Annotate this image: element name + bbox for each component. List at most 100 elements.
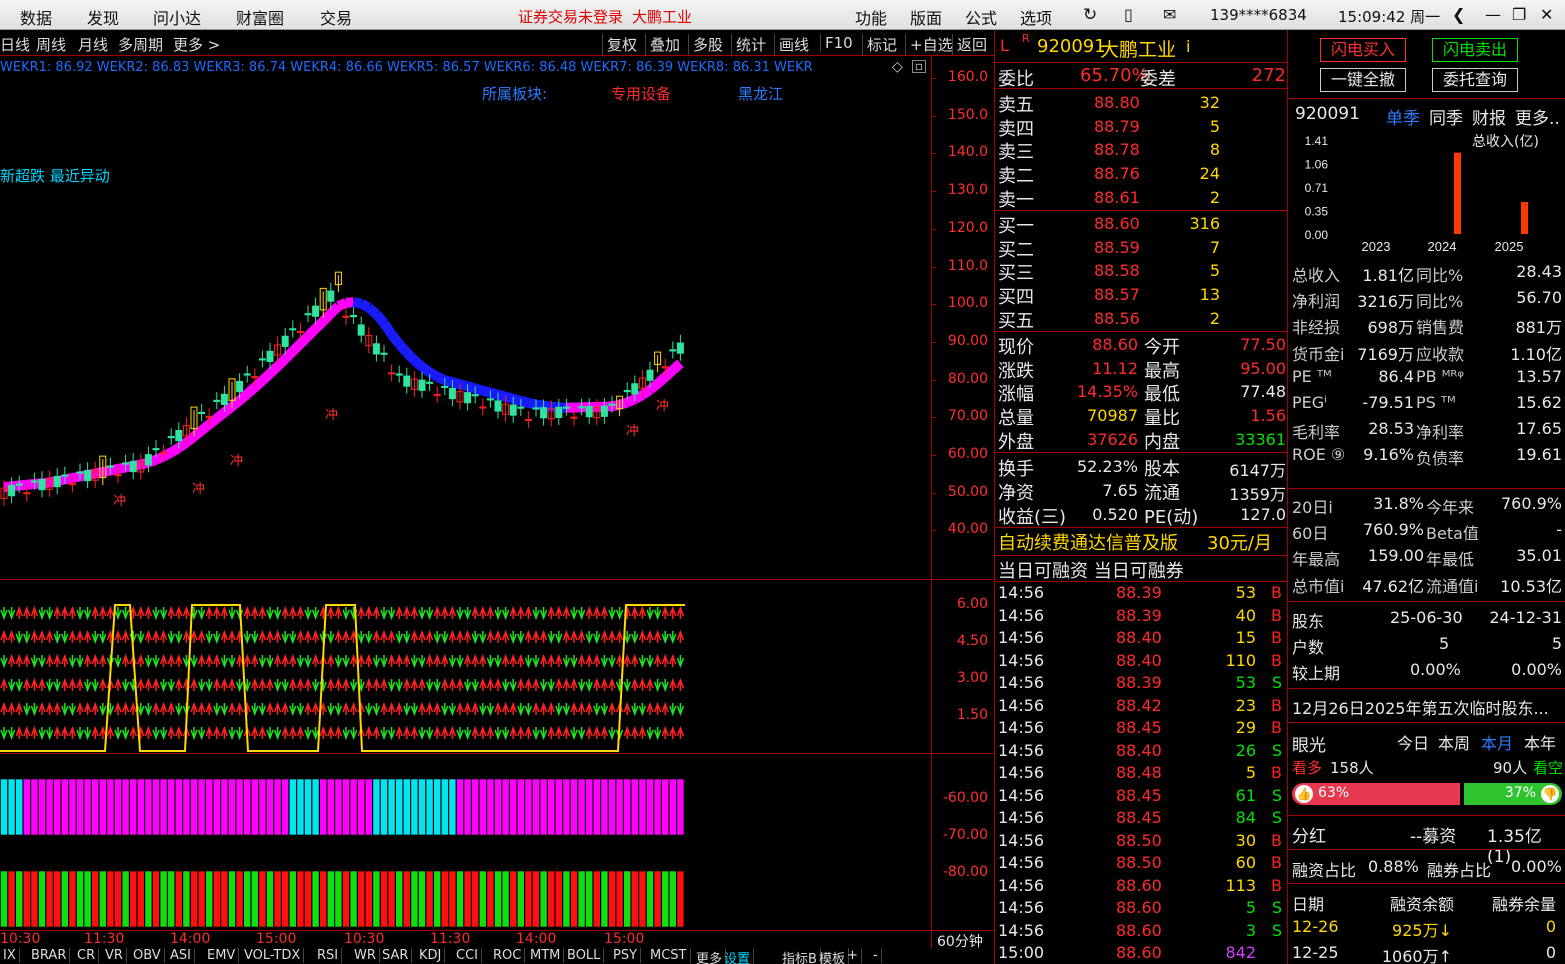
- tick-row[interactable]: 14:56 88.40 15 B: [998, 628, 1286, 650]
- candle-chart[interactable]: [0, 56, 930, 930]
- cancel-all-button[interactable]: 一键全撤: [1320, 68, 1406, 92]
- menu-ask[interactable]: 问小达: [153, 5, 201, 29]
- period-label[interactable]: 60分钟: [937, 931, 983, 951]
- period-week[interactable]: 本周: [1438, 730, 1470, 754]
- indicator-tab-1[interactable]: BRAR: [28, 948, 71, 963]
- indicator-tab-6[interactable]: EMV: [204, 948, 240, 963]
- tab-report[interactable]: 财报: [1472, 104, 1506, 129]
- tool-overlay[interactable]: 叠加: [645, 34, 680, 55]
- flash-buy-button[interactable]: 闪电买入: [1320, 38, 1406, 62]
- tab-same-quarter[interactable]: 同季: [1429, 104, 1463, 129]
- period-week[interactable]: 周线: [36, 34, 66, 55]
- tick-row[interactable]: 14:56 88.42 23 B: [998, 696, 1286, 718]
- indicator-tab-4[interactable]: OBV: [130, 948, 165, 963]
- revenue-chart[interactable]: 1.41 1.06 0.71 0.35 0.00 2023 2024 2025: [1290, 128, 1562, 258]
- indicator-tab-13[interactable]: ROC: [490, 948, 526, 963]
- period-year[interactable]: 本年: [1524, 730, 1556, 754]
- tick-row[interactable]: 14:56 88.40 110 B: [998, 651, 1286, 673]
- query-orders-button[interactable]: 委托查询: [1432, 68, 1518, 92]
- indicator-tab-9[interactable]: WR: [351, 948, 380, 963]
- bid-row[interactable]: 买二 88.59 7: [998, 236, 1286, 261]
- indicator-tab-8[interactable]: RSI: [314, 948, 343, 963]
- indicator-tab-16[interactable]: PSY: [610, 948, 642, 963]
- mail-icon[interactable]: ✉: [1163, 5, 1176, 24]
- indicator-tab-2[interactable]: CR: [74, 948, 100, 963]
- tick-row[interactable]: 14:56 88.39 40 B: [998, 606, 1286, 628]
- restore-icon[interactable]: ❐: [1512, 5, 1526, 24]
- tick-row[interactable]: 14:56 88.50 60 B: [998, 853, 1286, 875]
- tick-row[interactable]: 14:56 88.60 3 S: [998, 921, 1286, 943]
- ask-row[interactable]: 卖一 88.61 2: [998, 186, 1286, 211]
- tool-mark[interactable]: 标记: [862, 34, 897, 55]
- ad-price[interactable]: 30元/月: [1207, 529, 1272, 555]
- period-more[interactable]: 更多 >: [173, 34, 220, 55]
- period-month[interactable]: 本月: [1481, 730, 1513, 754]
- user-phone[interactable]: 139****6834: [1210, 6, 1307, 24]
- tick-row[interactable]: 14:56 88.60 5 S: [998, 898, 1286, 920]
- tool-multi-stock[interactable]: 多股: [688, 34, 723, 55]
- refresh-icon[interactable]: ↻: [1083, 5, 1097, 25]
- indicator-tab-23[interactable]: -: [870, 948, 882, 963]
- indicator-tab-7[interactable]: VOL-TDX: [241, 948, 305, 963]
- tick-row[interactable]: 14:56 88.39 53 S: [998, 673, 1286, 695]
- indicator-tab-20[interactable]: 指标B: [779, 948, 821, 964]
- sentiment-bar[interactable]: 👍 63% 37% 👎: [1292, 783, 1562, 805]
- phone-icon[interactable]: ▯: [1124, 5, 1133, 24]
- tab-quarter[interactable]: 单季: [1386, 104, 1420, 129]
- notice-text[interactable]: 12月26日2025年第五次临时股东...: [1292, 695, 1549, 719]
- period-month[interactable]: 月线: [78, 34, 108, 55]
- menu-trade[interactable]: 交易: [320, 5, 352, 29]
- indicator-tab-15[interactable]: BOLL: [564, 948, 605, 963]
- period-today[interactable]: 今日: [1397, 730, 1429, 754]
- period-day[interactable]: 日线: [0, 34, 30, 55]
- rev-bar[interactable]: [1454, 152, 1461, 234]
- tick-row[interactable]: 14:56 88.45 61 S: [998, 786, 1286, 808]
- ask-row[interactable]: 卖四 88.79 5: [998, 115, 1286, 140]
- tool-return[interactable]: 返回: [952, 34, 987, 55]
- bid-row[interactable]: 买三 88.58 5: [998, 259, 1286, 284]
- bid-row[interactable]: 买一 88.60 316: [998, 212, 1286, 237]
- minimize-icon[interactable]: —: [1485, 5, 1501, 24]
- tick-row[interactable]: 14:56 88.48 5 B: [998, 763, 1286, 785]
- tool-adjust[interactable]: 复权: [602, 34, 637, 55]
- menu-discover[interactable]: 发现: [87, 5, 119, 29]
- bid-row[interactable]: 买五 88.56 2: [998, 307, 1286, 332]
- ask-row[interactable]: 卖五 88.80 32: [998, 91, 1286, 116]
- rev-bar[interactable]: [1521, 202, 1528, 234]
- info-icon[interactable]: i: [1186, 37, 1190, 56]
- indicator-tab-11[interactable]: KDJ: [416, 948, 446, 963]
- login-warning[interactable]: 证券交易未登录: [518, 6, 623, 27]
- indicator-tab-12[interactable]: CCI: [453, 948, 482, 963]
- menu-formula[interactable]: 公式: [965, 5, 997, 29]
- tick-row[interactable]: 14:56 88.60 113 B: [998, 876, 1286, 898]
- indicator-tab-5[interactable]: ASI: [167, 948, 195, 963]
- tool-f10[interactable]: F10: [820, 34, 853, 52]
- indicator-tab-0[interactable]: IX: [0, 948, 20, 963]
- tool-draw[interactable]: 画线: [774, 34, 809, 55]
- tick-row[interactable]: 14:56 88.39 53 B: [998, 583, 1286, 605]
- menu-wealth[interactable]: 财富圈: [236, 5, 284, 29]
- period-multi[interactable]: 多周期: [118, 34, 163, 55]
- indicator-tab-14[interactable]: MTM: [527, 948, 565, 963]
- tick-row[interactable]: 15:00 88.60 842: [998, 943, 1286, 964]
- ask-row[interactable]: 卖三 88.78 8: [998, 138, 1286, 163]
- indicator-tab-17[interactable]: MCST: [647, 948, 691, 963]
- menu-data[interactable]: 数据: [20, 5, 52, 29]
- ask-row[interactable]: 卖二 88.76 24: [998, 162, 1286, 187]
- indicator-tab-19[interactable]: 设置: [721, 948, 755, 964]
- tick-row[interactable]: 14:56 88.50 30 B: [998, 831, 1286, 853]
- menu-options[interactable]: 选项: [1020, 5, 1052, 29]
- back-icon[interactable]: ❮: [1452, 5, 1465, 24]
- indicator-tab-10[interactable]: SAR: [379, 948, 413, 963]
- menu-layout[interactable]: 版面: [910, 5, 942, 29]
- tool-stats[interactable]: 统计: [731, 34, 766, 55]
- tab-more[interactable]: 更多..: [1515, 104, 1560, 129]
- tool-add-watch[interactable]: +自选: [905, 34, 953, 55]
- tick-row[interactable]: 14:56 88.40 26 S: [998, 741, 1286, 763]
- menu-function[interactable]: 功能: [855, 5, 887, 29]
- indicator-tab-3[interactable]: VR: [102, 948, 127, 963]
- bid-row[interactable]: 买四 88.57 13: [998, 283, 1286, 308]
- ad-text[interactable]: 自动续费通达信普及版: [998, 529, 1178, 555]
- indicator-tab-22[interactable]: +: [844, 948, 862, 963]
- close-icon[interactable]: ✕: [1540, 5, 1553, 24]
